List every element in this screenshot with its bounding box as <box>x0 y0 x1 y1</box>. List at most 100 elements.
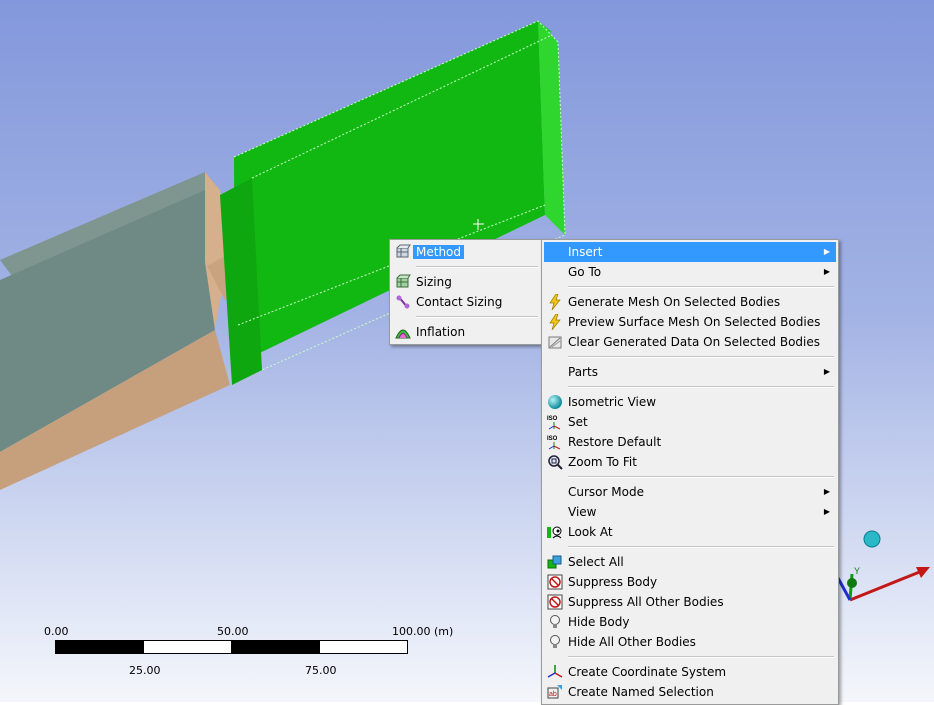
menu-item-clear-generated-data-label: Clear Generated Data On Selected Bodies <box>568 335 820 349</box>
menu-item-create-named-selection[interactable]: ab Create Named Selection <box>544 682 836 702</box>
menu-item-sizing-label: Sizing <box>416 275 452 289</box>
menu-item-create-coordinate-system[interactable]: Create Coordinate System <box>544 662 836 682</box>
scale-segment-4 <box>319 640 408 654</box>
scale-label-75: 75.00 <box>305 664 337 677</box>
menu-item-cursor-mode-label: Cursor Mode <box>568 485 644 499</box>
context-menu: Insert ▶ Go To ▶ Generate Mesh On Select… <box>541 239 839 705</box>
scale-label-0: 0.00 <box>44 625 69 638</box>
submenu-arrow-icon: ▶ <box>823 507 830 516</box>
coordinate-system-icon <box>547 665 563 678</box>
menu-item-set[interactable]: ISO Set <box>544 412 836 432</box>
menu-separator <box>568 356 834 358</box>
menu-item-contact-sizing[interactable]: Contact Sizing <box>392 292 540 312</box>
iso-restore-icon: ISO <box>547 436 561 450</box>
y-axis-label: Y <box>854 566 860 576</box>
inflation-icon <box>395 329 411 339</box>
menu-item-method-label: Method <box>413 245 465 259</box>
menu-item-view[interactable]: View ▶ <box>544 502 836 522</box>
isometric-ball-icon <box>548 395 562 409</box>
lightbulb-icon <box>550 615 560 628</box>
suppress-all-icon <box>547 594 563 610</box>
look-at-icon <box>547 526 562 539</box>
select-all-icon <box>547 555 562 569</box>
menu-item-parts-label: Parts <box>568 365 598 379</box>
menu-item-select-all[interactable]: Select All <box>544 552 836 572</box>
menu-item-insert-label: Insert <box>568 245 603 259</box>
menu-item-zoom-to-fit[interactable]: Zoom To Fit <box>544 452 836 472</box>
menu-item-preview-surface-mesh[interactable]: Preview Surface Mesh On Selected Bodies <box>544 312 836 332</box>
submenu-arrow-icon: ▶ <box>823 367 830 376</box>
insert-submenu: Method Sizing Contact Sizing Inflation <box>389 239 543 345</box>
scale-label-25: 25.00 <box>129 664 161 677</box>
menu-separator <box>416 266 538 268</box>
submenu-arrow-icon: ▶ <box>823 487 830 496</box>
menu-item-hide-all-other-bodies[interactable]: Hide All Other Bodies <box>544 632 836 652</box>
menu-item-look-at-label: Look At <box>568 525 613 539</box>
menu-item-preview-surface-mesh-label: Preview Surface Mesh On Selected Bodies <box>568 315 821 329</box>
menu-item-select-all-label: Select All <box>568 555 624 569</box>
x-axis-arrow <box>849 569 923 602</box>
scale-label-50: 50.00 <box>217 625 249 638</box>
suppress-body-icon <box>547 574 563 590</box>
svg-text:ISO: ISO <box>547 416 558 422</box>
submenu-arrow-icon: ▶ <box>823 247 830 256</box>
menu-item-suppress-all-other-bodies[interactable]: Suppress All Other Bodies <box>544 592 836 612</box>
menu-item-zoom-to-fit-label: Zoom To Fit <box>568 455 637 469</box>
menu-item-suppress-body[interactable]: Suppress Body <box>544 572 836 592</box>
svg-text:ab: ab <box>549 691 557 698</box>
scale-label-100: 100.00 (m) <box>392 625 454 638</box>
menu-item-method[interactable]: Method <box>392 242 540 262</box>
lightbulb-icon <box>550 635 560 648</box>
menu-item-suppress-all-other-bodies-label: Suppress All Other Bodies <box>568 595 724 609</box>
menu-separator <box>416 316 538 318</box>
clear-data-icon <box>548 336 562 349</box>
menu-item-isometric-view[interactable]: Isometric View <box>544 392 836 412</box>
triad-origin <box>847 578 857 588</box>
menu-separator <box>568 286 834 288</box>
named-selection-icon: ab <box>547 685 562 699</box>
menu-item-hide-body-label: Hide Body <box>568 615 630 629</box>
contact-sizing-icon <box>396 295 410 309</box>
axis-triad[interactable]: Y <box>830 520 934 610</box>
submenu-arrow-icon: ▶ <box>823 267 830 276</box>
scale-bar: 0.00 50.00 100.00 (m) 25.00 75.00 <box>40 622 460 682</box>
isometric-ball-icon[interactable] <box>863 530 881 548</box>
lightning-icon <box>549 314 561 330</box>
menu-item-view-label: View <box>568 505 597 519</box>
scale-segment-1 <box>55 640 144 654</box>
menu-item-sizing[interactable]: Sizing <box>392 272 540 292</box>
menu-item-hide-body[interactable]: Hide Body <box>544 612 836 632</box>
menu-item-set-label: Set <box>568 415 588 429</box>
menu-item-cursor-mode[interactable]: Cursor Mode ▶ <box>544 482 836 502</box>
menu-item-restore-default[interactable]: ISO Restore Default <box>544 432 836 452</box>
menu-item-look-at[interactable]: Look At <box>544 522 836 542</box>
menu-item-inflation[interactable]: Inflation <box>392 322 540 342</box>
menu-item-go-to-label: Go To <box>568 265 602 279</box>
menu-item-clear-generated-data[interactable]: Clear Generated Data On Selected Bodies <box>544 332 836 352</box>
menu-separator <box>568 386 834 388</box>
iso-set-icon: ISO <box>547 416 561 430</box>
menu-separator <box>568 546 834 548</box>
menu-separator <box>568 656 834 658</box>
menu-item-hide-all-other-bodies-label: Hide All Other Bodies <box>568 635 696 649</box>
zoom-to-fit-icon <box>548 455 563 470</box>
menu-item-create-coordinate-system-label: Create Coordinate System <box>568 665 727 679</box>
lightning-icon <box>549 294 561 310</box>
menu-item-generate-mesh-label: Generate Mesh On Selected Bodies <box>568 295 781 309</box>
scale-segment-3 <box>231 640 320 654</box>
menu-item-insert[interactable]: Insert ▶ <box>544 242 836 262</box>
menu-item-parts[interactable]: Parts ▶ <box>544 362 836 382</box>
menu-item-create-named-selection-label: Create Named Selection <box>568 685 714 699</box>
svg-text:ISO: ISO <box>547 436 558 442</box>
menu-item-go-to[interactable]: Go To ▶ <box>544 262 836 282</box>
method-icon <box>396 244 411 258</box>
scale-segment-2 <box>143 640 232 654</box>
menu-separator <box>568 476 834 478</box>
menu-item-contact-sizing-label: Contact Sizing <box>416 295 503 309</box>
menu-item-generate-mesh[interactable]: Generate Mesh On Selected Bodies <box>544 292 836 312</box>
menu-item-restore-default-label: Restore Default <box>568 435 662 449</box>
sizing-icon <box>396 274 411 288</box>
menu-item-inflation-label: Inflation <box>416 325 466 339</box>
menu-item-isometric-view-label: Isometric View <box>568 395 657 409</box>
menu-item-suppress-body-label: Suppress Body <box>568 575 658 589</box>
